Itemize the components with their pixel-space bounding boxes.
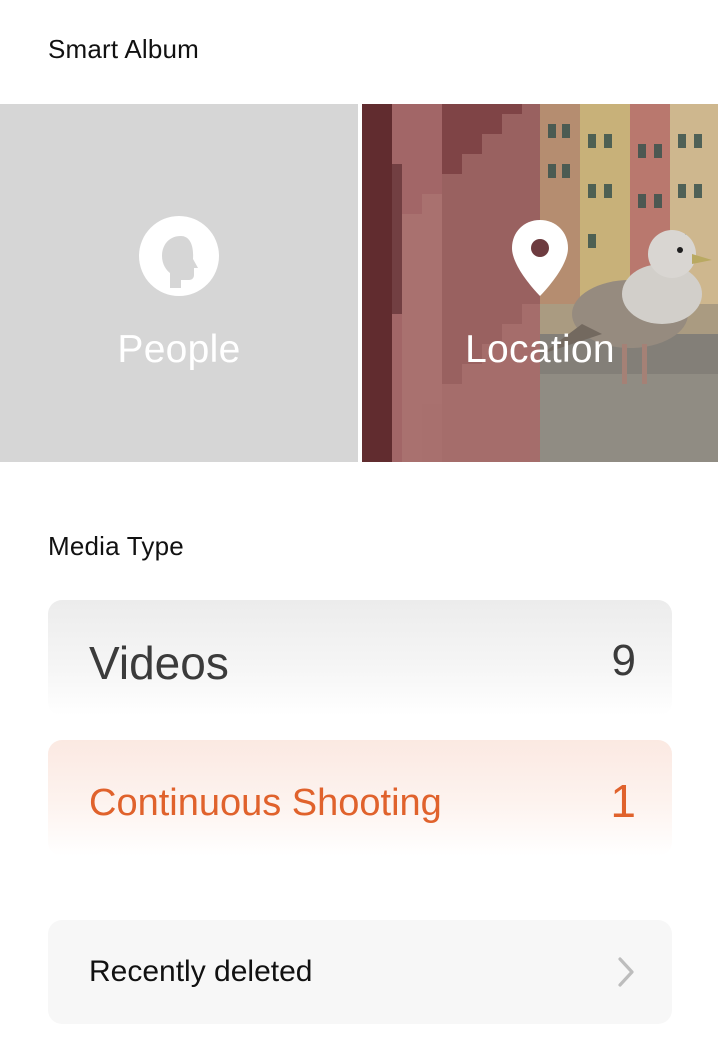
chevron-right-icon [618, 957, 634, 987]
media-type-continuous-shooting[interactable]: Continuous Shooting 1 [48, 740, 672, 856]
media-type-videos[interactable]: Videos 9 [48, 600, 672, 716]
section-title-media-type: Media Type [48, 531, 184, 561]
media-type-label: Videos [89, 637, 229, 689]
media-type-count: 9 [611, 636, 636, 685]
album-tile-label: Location [465, 328, 615, 371]
person-head-icon [139, 216, 219, 296]
location-pin-icon [512, 220, 568, 296]
section-title-smart-album: Smart Album [48, 34, 200, 64]
albums-page: Smart Album People Location Media Type V… [0, 0, 718, 1049]
album-tile-people[interactable]: People [0, 104, 358, 462]
album-tile-location[interactable]: Location [362, 104, 718, 462]
media-type-count: 1 [610, 775, 636, 827]
album-tile-label: People [117, 328, 241, 371]
recently-deleted-label: Recently deleted [89, 955, 313, 988]
media-type-label: Continuous Shooting [89, 782, 442, 824]
recently-deleted-row[interactable]: Recently deleted [48, 920, 672, 1024]
